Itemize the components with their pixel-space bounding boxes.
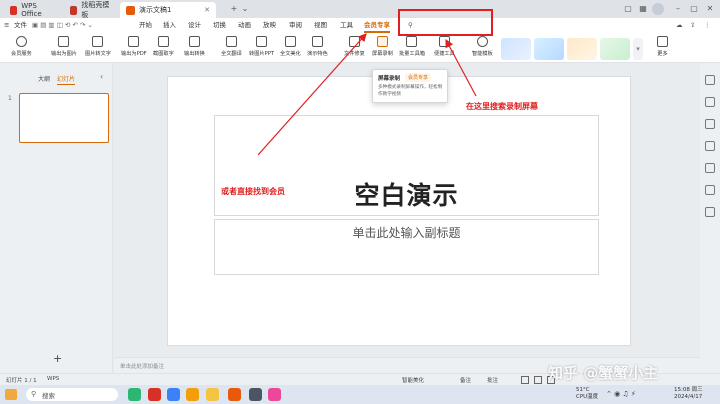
arrow-to-member-tab: [257, 33, 367, 156]
arrow-to-search: [445, 38, 477, 97]
annotation-arrows: [257, 33, 477, 156]
